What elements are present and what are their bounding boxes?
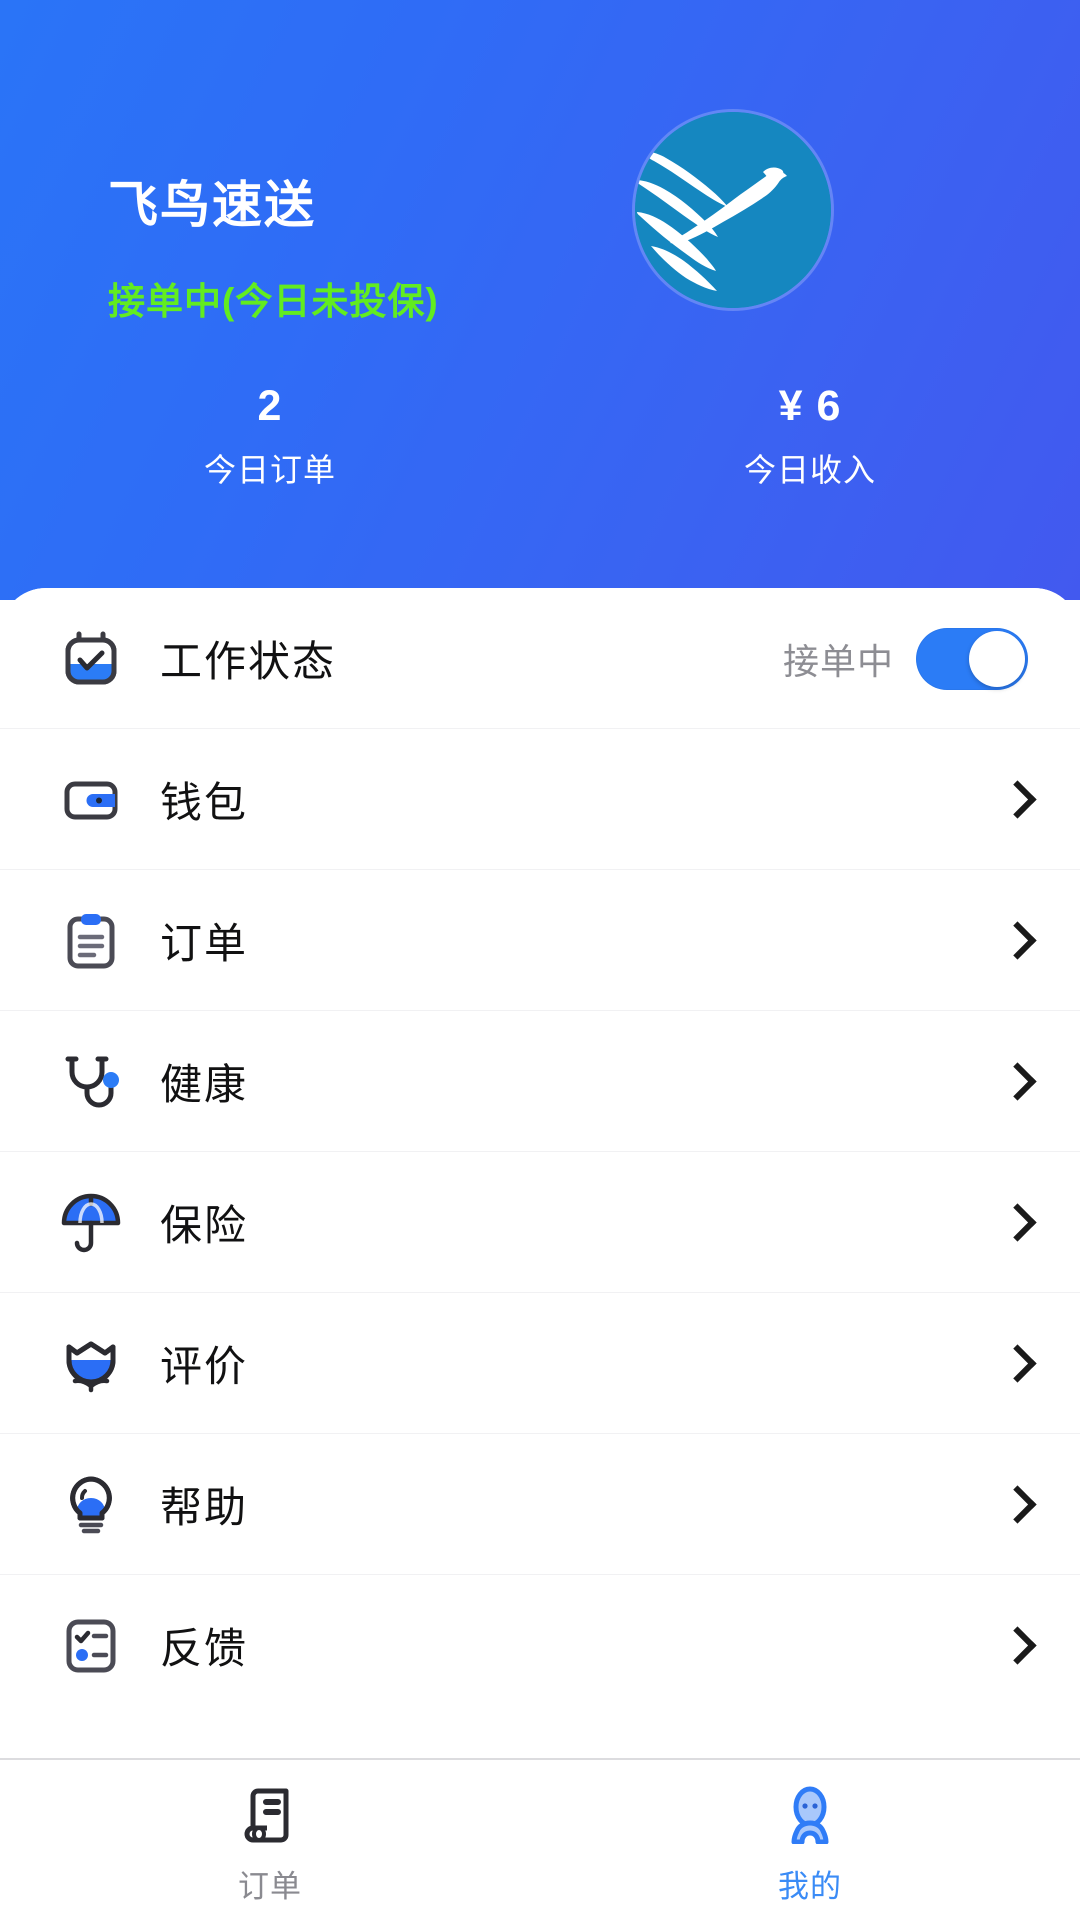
profile-header: 飞鸟速送 接单中(今日未投保) 2 今日订单 ¥ 6 今日收入	[0, 0, 1080, 600]
stat-label: 今日收入	[743, 452, 876, 489]
stats-row: 2 今日订单 ¥ 6 今日收入	[0, 382, 1080, 491]
tab-orders[interactable]: 订单	[0, 1760, 540, 1920]
receipt-icon	[241, 1781, 299, 1849]
lightbulb-icon	[52, 1466, 130, 1544]
chevron-right-icon[interactable]	[1002, 1341, 1028, 1387]
menu-item-label: 订单	[160, 920, 249, 967]
stat-value: ¥ 6	[778, 382, 842, 430]
menu-item-label: 反馈	[160, 1625, 249, 1672]
menu-item-health[interactable]: 健康	[0, 1011, 1080, 1152]
chevron-right-icon[interactable]	[1002, 1482, 1028, 1528]
menu-item-work-status[interactable]: 工作状态 接单中	[0, 588, 1080, 729]
stethoscope-icon	[52, 1043, 130, 1121]
menu-item-control	[1002, 1200, 1028, 1246]
tab-profile[interactable]: 我的	[540, 1760, 1080, 1920]
bottom-tab-bar: 订单 我的	[0, 1758, 1080, 1920]
menu-item-control	[1002, 1341, 1028, 1387]
brand-status-text: 接单中(今日未投保)	[108, 281, 439, 322]
menu-item-control	[1002, 1623, 1028, 1669]
wallet-icon	[52, 761, 130, 839]
checklist-icon	[52, 1607, 130, 1685]
menu-item-control	[1002, 1059, 1028, 1105]
menu-item-label: 钱包	[160, 779, 249, 826]
menu-list: 工作状态 接单中 钱包 订单 健康 保险 评价 帮助 反馈	[0, 588, 1080, 1716]
brand-block: 飞鸟速送 接单中(今日未投保)	[108, 178, 439, 325]
flying-bird-logo	[635, 112, 831, 308]
chevron-right-icon[interactable]	[1002, 918, 1028, 964]
chevron-right-icon[interactable]	[1002, 1059, 1028, 1105]
tab-label: 我的	[778, 1868, 842, 1904]
menu-card: 工作状态 接单中 钱包 订单 健康 保险 评价 帮助 反馈	[0, 588, 1080, 1758]
stat-today-income: ¥ 6 今日收入	[540, 382, 1080, 491]
menu-item-control: 接单中	[782, 627, 1028, 690]
menu-item-insurance[interactable]: 保险	[0, 1152, 1080, 1293]
menu-item-rating[interactable]: 评价	[0, 1293, 1080, 1434]
menu-item-help[interactable]: 帮助	[0, 1434, 1080, 1575]
menu-item-label: 工作状态	[160, 638, 337, 685]
menu-item-control	[1002, 918, 1028, 964]
stat-label: 今日订单	[203, 452, 336, 489]
clipboard-icon	[52, 902, 130, 980]
chevron-right-icon[interactable]	[1002, 1200, 1028, 1246]
tab-label: 订单	[238, 1868, 302, 1904]
chevron-right-icon[interactable]	[1002, 1623, 1028, 1669]
menu-item-orders[interactable]: 订单	[0, 870, 1080, 1011]
menu-item-label: 评价	[160, 1343, 249, 1390]
work-status-value: 接单中	[782, 640, 894, 682]
umbrella-icon	[52, 1184, 130, 1262]
menu-item-control	[1002, 777, 1028, 823]
work-status-toggle[interactable]	[916, 627, 1028, 690]
menu-item-label: 帮助	[160, 1484, 249, 1531]
mobile-app-screen: 飞鸟速送 接单中(今日未投保) 2 今日订单 ¥ 6 今日收入 工作状态 接单中…	[0, 0, 1080, 1920]
brand-title: 飞鸟速送	[108, 177, 316, 233]
menu-item-label: 健康	[160, 1061, 249, 1108]
menu-item-label: 保险	[160, 1202, 249, 1249]
person-icon	[781, 1781, 839, 1849]
stat-value: 2	[257, 382, 283, 430]
flower-icon	[52, 1325, 130, 1403]
calendar-check-icon	[52, 620, 130, 698]
menu-item-feedback[interactable]: 反馈	[0, 1575, 1080, 1716]
stat-today-orders: 2 今日订单	[0, 382, 540, 491]
toggle-knob	[969, 630, 1025, 687]
chevron-right-icon[interactable]	[1002, 777, 1028, 823]
menu-item-control	[1002, 1482, 1028, 1528]
menu-item-wallet[interactable]: 钱包	[0, 729, 1080, 870]
